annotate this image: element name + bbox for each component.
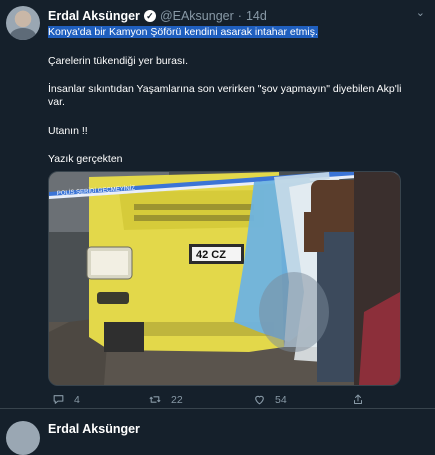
verified-badge-icon: ✓ [143,10,156,22]
tweet-line-3: İnsanlar sıkıntıdan Yaşamlarına son veri… [48,83,402,95]
author-name[interactable]: Erdal Aksünger [48,9,140,23]
separator: · [237,9,242,23]
photo-scene: 42 CZ POLİS ŞERİDİ GEÇMEYİNİZ [49,172,400,385]
chevron-down-icon[interactable]: ⌄ [416,6,425,19]
tweet-line-5: Utanın !! [48,125,88,137]
retweet-count: 22 [171,393,183,406]
reply-count: 4 [74,393,80,406]
author-handle[interactable]: @EAksunger [160,9,234,23]
tweet-actions: 4 22 54 [48,393,378,409]
share-button[interactable] [352,393,364,406]
next-avatar[interactable] [6,421,40,455]
tweet[interactable]: Erdal Aksünger ✓ @EAksunger · 14d ⌄ Kony… [0,0,435,409]
tweet-line-2: Çarelerin tükendiği yer burası. [48,55,189,67]
tweet-line-1: Konya'da bir Kamyon Şöförü kendini asara… [48,25,318,39]
retweet-button[interactable]: 22 [148,393,183,406]
reply-button[interactable]: 4 [52,393,80,406]
share-icon [354,394,362,404]
license-plate-text: 42 CZ [196,249,226,261]
tweet-header: Erdal Aksünger ✓ @EAksunger · 14d [48,7,267,25]
next-tweet[interactable]: Erdal Aksünger [0,409,435,455]
retweet-icon [149,396,161,403]
tweet-line-4: var. [48,96,65,108]
reply-icon [53,395,64,404]
like-count: 54 [275,393,287,406]
avatar-figure [10,28,36,40]
tweet-photo[interactable]: 42 CZ POLİS ŞERİDİ GEÇMEYİNİZ [48,171,401,386]
next-author-name[interactable]: Erdal Aksünger [48,422,140,436]
avatar[interactable] [6,6,40,40]
tweet-line-6: Yazık gerçekten [48,153,123,165]
tweet-time[interactable]: 14d [246,9,267,23]
like-icon [255,395,264,405]
like-button[interactable]: 54 [253,393,287,406]
selected-text: Konya'da bir Kamyon Şöförü kendini asara… [48,26,318,38]
